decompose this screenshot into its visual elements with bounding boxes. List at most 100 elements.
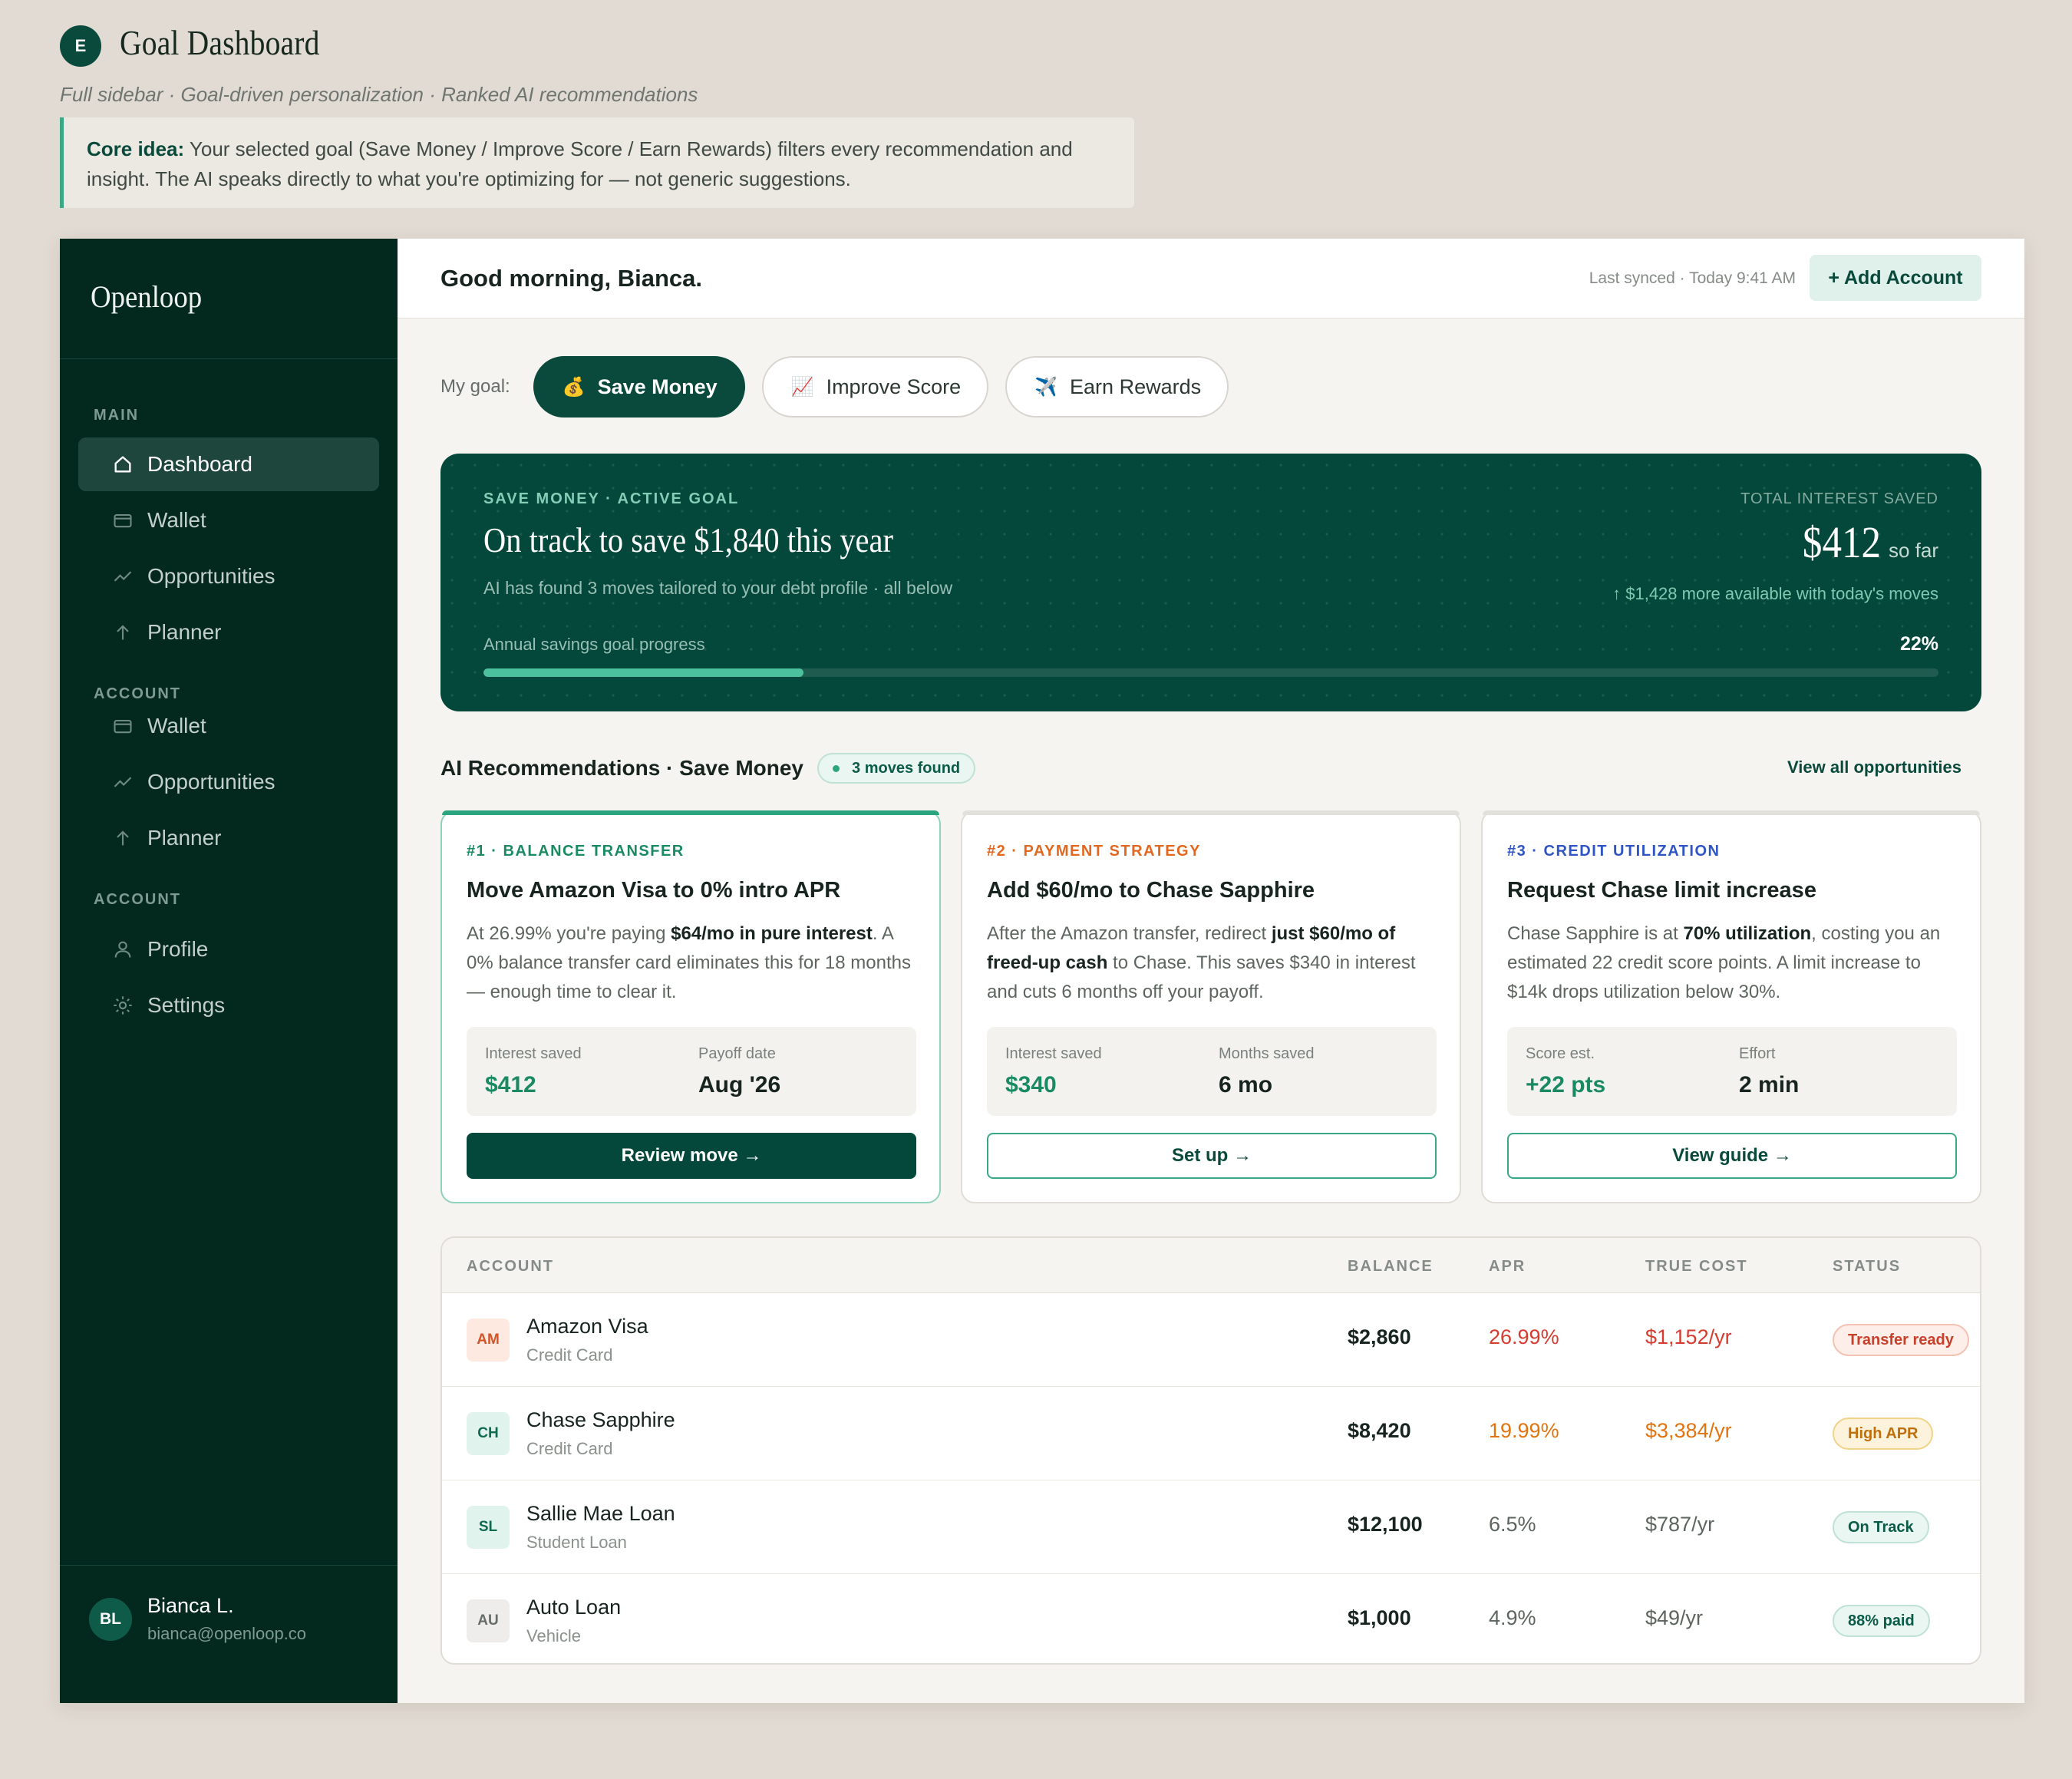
sidebar: Openloop MAIN Dashboard Wallet Opportuni…	[60, 239, 398, 1703]
sidebar-item-label: Settings	[147, 993, 226, 1017]
goal-summary-card: SAVE MONEY · ACTIVE GOAL On track to sav…	[440, 454, 1981, 711]
desc-text: At 26.99% you're paying	[467, 923, 671, 944]
table-header: ACCOUNT BALANCE APR TRUE COST STATUS	[442, 1238, 1980, 1293]
sidebar-item-planner[interactable]: Planner	[78, 811, 379, 865]
sidebar-item-label: Opportunities	[147, 564, 275, 588]
total-interest-label: TOTAL INTEREST SAVED	[1740, 490, 1938, 507]
goal-subtext: AI has found 3 moves tailored to your de…	[483, 578, 953, 598]
account-name: Auto Loan	[526, 1596, 622, 1619]
accounts-table: ACCOUNT BALANCE APR TRUE COST STATUS AM …	[440, 1236, 1981, 1665]
table-row[interactable]: SL Sallie Mae Loan Student Loan $12,100 …	[442, 1480, 1980, 1574]
account-type: Credit Card	[526, 1345, 613, 1365]
sidebar-divider	[60, 358, 398, 359]
sidebar-item-opportunities[interactable]: Opportunities	[78, 755, 379, 809]
add-account-button[interactable]: + Add Account	[1810, 255, 1981, 301]
home-icon	[112, 454, 134, 475]
moves-found-text: 3 moves found	[852, 759, 961, 777]
stat-label: Score est.	[1526, 1045, 1595, 1062]
progress-bar-fill	[483, 668, 804, 677]
account-balance: $2,860	[1348, 1325, 1411, 1348]
sidebar-item-wallet[interactable]: Wallet	[78, 699, 379, 753]
sidebar-item-label: Dashboard	[147, 452, 252, 476]
column-header-status[interactable]: STATUS	[1833, 1258, 1901, 1276]
account-name: Amazon Visa	[526, 1315, 648, 1338]
airplane-icon: ✈️	[1034, 376, 1058, 398]
chart-up-icon: 📈	[790, 376, 814, 398]
account-type: Credit Card	[526, 1439, 613, 1458]
view-all-opportunities-link[interactable]: View all opportunities	[1787, 757, 1961, 777]
page-badge: E	[60, 25, 101, 67]
account-true-cost: $49/yr	[1645, 1606, 1704, 1629]
account-type: Student Loan	[526, 1533, 627, 1552]
progress-label: Annual savings goal progress	[483, 635, 705, 654]
table-row[interactable]: AU Auto Loan Vehicle $1,000 4.9% $49/yr …	[442, 1574, 1980, 1663]
user-profile[interactable]: BL Bianca L. bianca@openloop.co	[89, 1594, 306, 1644]
stat-value: $412	[485, 1072, 536, 1097]
sidebar-divider	[60, 1565, 398, 1566]
account-name: Sallie Mae Loan	[526, 1502, 675, 1525]
status-badge: Transfer ready	[1833, 1324, 1969, 1356]
goal-tag: SAVE MONEY · ACTIVE GOAL	[483, 490, 740, 507]
sidebar-item-profile[interactable]: Profile	[78, 923, 379, 976]
goal-chip-save-money[interactable]: 💰 Save Money	[533, 356, 745, 418]
sidebar-item-dashboard[interactable]: Dashboard	[78, 437, 379, 491]
card-description: Chase Sapphire is at 70% utilization, co…	[1507, 919, 1960, 1007]
stat-label: Effort	[1739, 1045, 1776, 1062]
recommendation-card: #3 · CREDIT UTILIZATION Request Chase li…	[1481, 810, 1981, 1203]
stat-label: Interest saved	[1005, 1045, 1102, 1062]
sidebar-item-label: Wallet	[147, 508, 206, 532]
card-title: Request Chase limit increase	[1507, 878, 1816, 903]
stat: Effort 2 min	[1739, 1045, 1799, 1098]
account-apr: 26.99%	[1489, 1325, 1559, 1348]
goal-chip-earn-rewards[interactable]: ✈️ Earn Rewards	[1005, 356, 1229, 418]
account-apr: 19.99%	[1489, 1419, 1559, 1442]
stat: Score est. +22 pts	[1526, 1045, 1605, 1098]
stat-value: Aug '26	[698, 1072, 781, 1097]
card-stats: Score est. +22 pts Effort 2 min	[1507, 1027, 1957, 1116]
progress-bar	[483, 668, 1938, 677]
column-header-account[interactable]: ACCOUNT	[467, 1258, 554, 1276]
view-guide-button[interactable]: View guide →	[1507, 1133, 1957, 1179]
desc-emphasis: 70% utilization	[1683, 923, 1812, 944]
card-stats: Interest saved $412 Payoff date Aug '26	[467, 1027, 916, 1116]
status-badge: On Track	[1833, 1511, 1929, 1543]
account-type: Vehicle	[526, 1626, 581, 1645]
sidebar-item-planner[interactable]: Planner	[78, 606, 379, 659]
goal-label: My goal:	[440, 376, 510, 397]
stat-value: $340	[1005, 1072, 1057, 1097]
stat-value: 6 mo	[1219, 1072, 1273, 1097]
table-row[interactable]: AM Amazon Visa Credit Card $2,860 26.99%…	[442, 1293, 1980, 1387]
sidebar-item-opportunities[interactable]: Opportunities	[78, 550, 379, 603]
column-header-true-cost[interactable]: TRUE COST	[1645, 1258, 1748, 1276]
card-title: Move Amazon Visa to 0% intro APR	[467, 878, 841, 903]
review-move-button[interactable]: Review move →	[467, 1133, 916, 1179]
core-idea-text: Your selected goal (Save Money / Improve…	[87, 137, 1073, 190]
status-badge: 88% paid	[1833, 1605, 1930, 1637]
sidebar-item-wallet[interactable]: Wallet	[78, 493, 379, 547]
goal-chip-improve-score[interactable]: 📈 Improve Score	[761, 356, 989, 418]
set-up-button[interactable]: Set up →	[987, 1133, 1437, 1179]
account-balance: $12,100	[1348, 1513, 1423, 1536]
sync-status: Last synced · Today 9:41 AM	[1589, 269, 1796, 287]
card-description: After the Amazon transfer, redirect just…	[987, 919, 1440, 1007]
sidebar-section-label: MAIN	[94, 407, 140, 424]
brand-logo[interactable]: Openloop	[91, 279, 202, 315]
stat-value: +22 pts	[1526, 1072, 1606, 1097]
page-title: Goal Dashboard	[120, 23, 320, 62]
account-true-cost: $1,152/yr	[1645, 1325, 1732, 1348]
stat: Payoff date Aug '26	[698, 1045, 780, 1098]
desc-text: After the Amazon transfer, redirect	[987, 923, 1272, 944]
column-header-apr[interactable]: APR	[1489, 1258, 1526, 1276]
table-row[interactable]: CH Chase Sapphire Credit Card $8,420 19.…	[442, 1387, 1980, 1480]
sidebar-item-settings[interactable]: Settings	[78, 979, 379, 1032]
sidebar-section-label: ACCOUNT	[94, 891, 181, 908]
money-bag-icon: 💰	[562, 376, 586, 398]
wallet-icon	[112, 510, 134, 531]
account-avatar: CH	[467, 1412, 510, 1455]
desc-text: Chase Sapphire is at	[1507, 923, 1684, 944]
stat-label: Months saved	[1219, 1045, 1315, 1062]
moves-found-badge: 3 moves found	[817, 753, 976, 784]
column-header-balance[interactable]: BALANCE	[1348, 1258, 1434, 1276]
stat-label: Payoff date	[698, 1045, 776, 1062]
stat-label: Interest saved	[485, 1045, 582, 1062]
